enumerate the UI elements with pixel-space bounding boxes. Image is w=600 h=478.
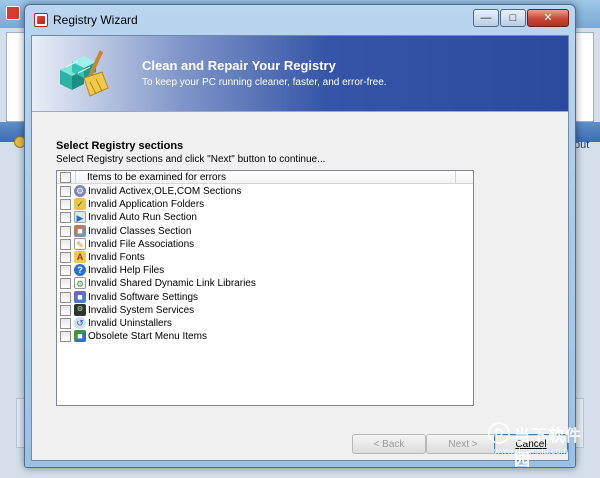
start-menu-icon: ■ xyxy=(74,330,86,343)
help-icon: ? xyxy=(74,264,86,277)
close-icon: ✕ xyxy=(543,11,553,24)
item-checkbox[interactable] xyxy=(60,212,71,224)
list-item[interactable]: ✓ Invalid Application Folders xyxy=(57,198,473,211)
item-checkbox[interactable] xyxy=(60,317,71,329)
list-header-label[interactable]: Items to be examined for errors xyxy=(87,172,226,183)
registry-cleaner-icon xyxy=(60,50,109,97)
list-item[interactable]: ■ Invalid Software Settings xyxy=(57,290,473,304)
minimize-icon: — xyxy=(480,11,492,24)
list-item[interactable]: ⚙ Invalid System Services xyxy=(57,303,473,317)
list-item[interactable]: A Invalid Fonts xyxy=(57,250,473,264)
window-controls: — □ ✕ xyxy=(473,9,569,27)
item-label: Invalid Help Files xyxy=(88,265,165,277)
item-checkbox[interactable] xyxy=(60,291,71,303)
list-item[interactable]: ■ Obsolete Start Menu Items xyxy=(57,330,473,343)
item-label: Invalid Software Settings xyxy=(88,291,199,303)
item-label: Invalid Fonts xyxy=(88,251,145,263)
item-checkbox[interactable] xyxy=(60,265,71,277)
banner-title: Clean and Repair Your Registry xyxy=(142,58,336,73)
item-checkbox[interactable] xyxy=(60,278,71,290)
list-item[interactable]: ▶ Invalid Auto Run Section xyxy=(57,211,473,224)
title-bar[interactable]: Registry Wizard — □ ✕ xyxy=(25,5,575,33)
file-association-icon: ✎ xyxy=(74,237,86,250)
item-checkbox[interactable] xyxy=(60,238,71,250)
next-button[interactable]: Next > xyxy=(426,434,500,454)
banner-subtitle: To keep your PC running cleaner, faster,… xyxy=(142,77,387,88)
maximize-icon: □ xyxy=(509,11,517,24)
window-title: Registry Wizard xyxy=(53,13,138,27)
registry-sections-list[interactable]: Items to be examined for errors ⚙ Invali… xyxy=(56,170,474,406)
uninstaller-icon: ↺ xyxy=(74,316,86,329)
item-label: Invalid Classes Section xyxy=(88,225,192,237)
fonts-folder-icon: A xyxy=(74,250,86,263)
dll-icon: ⚙ xyxy=(74,277,86,290)
column-divider xyxy=(455,171,456,184)
autorun-icon: ▶ xyxy=(74,211,86,224)
item-checkbox[interactable] xyxy=(60,251,71,263)
item-checkbox[interactable] xyxy=(60,199,71,211)
minimize-button[interactable]: — xyxy=(473,9,499,27)
item-label: Invalid File Associations xyxy=(88,238,195,250)
wizard-banner: Clean and Repair Your Registry To keep y… xyxy=(32,36,568,112)
cancel-button[interactable]: Cancel xyxy=(494,434,568,454)
software-settings-icon: ■ xyxy=(74,290,86,303)
item-label: Invalid Auto Run Section xyxy=(88,212,197,224)
list-item[interactable]: ✎ Invalid File Associations xyxy=(57,237,473,251)
list-rows: ⚙ Invalid Activex,OLE,COM Sections ✓ Inv… xyxy=(57,185,473,343)
item-checkbox[interactable] xyxy=(60,304,71,316)
item-checkbox[interactable] xyxy=(60,331,71,343)
registry-wizard-window: Registry Wizard — □ ✕ Clean and Repair Y… xyxy=(24,4,576,468)
maximize-button[interactable]: □ xyxy=(500,9,526,27)
item-label: Invalid Activex,OLE,COM Sections xyxy=(88,186,242,197)
list-item[interactable]: ■ Invalid Classes Section xyxy=(57,224,473,238)
section-title: Select Registry sections xyxy=(56,140,184,152)
classes-icon: ■ xyxy=(74,224,86,237)
item-checkbox[interactable] xyxy=(60,225,71,237)
close-button[interactable]: ✕ xyxy=(527,9,569,27)
background-side-text: put xyxy=(574,139,590,151)
services-icon: ⚙ xyxy=(74,303,86,316)
gear-icon: ⚙ xyxy=(74,185,86,197)
item-label: Invalid System Services xyxy=(88,304,195,316)
item-label: Invalid Uninstallers xyxy=(88,317,172,329)
app-icon xyxy=(34,13,48,27)
item-label: Obsolete Start Menu Items xyxy=(88,331,207,343)
back-button[interactable]: < Back xyxy=(352,434,426,454)
list-header: Items to be examined for errors xyxy=(57,171,473,184)
section-description: Select Registry sections and click "Next… xyxy=(56,154,326,165)
list-item[interactable]: ? Invalid Help Files xyxy=(57,264,473,277)
select-all-checkbox[interactable] xyxy=(60,172,71,183)
list-item[interactable]: ↺ Invalid Uninstallers xyxy=(57,316,473,330)
item-label: Invalid Application Folders xyxy=(88,199,205,211)
item-label: Invalid Shared Dynamic Link Libraries xyxy=(88,278,256,290)
column-divider xyxy=(75,171,76,184)
wizard-body: Clean and Repair Your Registry To keep y… xyxy=(31,35,569,461)
list-item[interactable]: ⚙ Invalid Activex,OLE,COM Sections xyxy=(57,185,473,198)
list-item[interactable]: ⚙ Invalid Shared Dynamic Link Libraries xyxy=(57,277,473,290)
folder-check-icon: ✓ xyxy=(74,198,86,211)
app-logo-icon xyxy=(6,6,20,20)
item-checkbox[interactable] xyxy=(60,186,71,197)
